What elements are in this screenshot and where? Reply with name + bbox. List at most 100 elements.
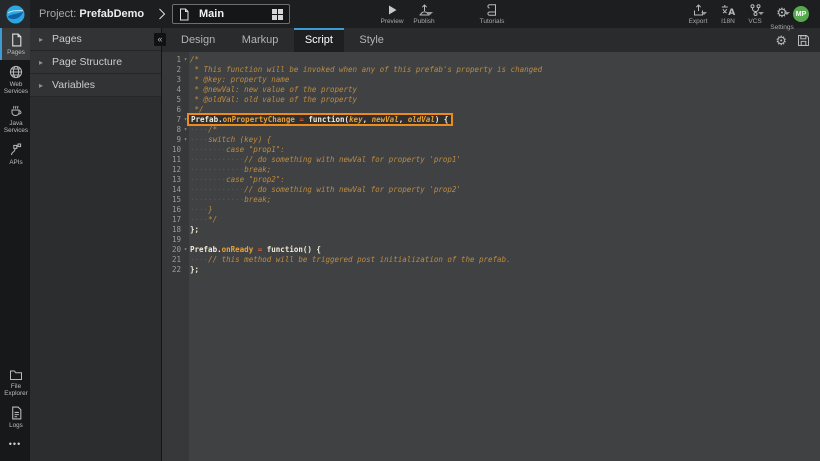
- line-number[interactable]: 6: [162, 105, 181, 115]
- code-text: };: [190, 265, 199, 275]
- fold-gutter: [181, 175, 190, 185]
- line-number[interactable]: 19: [162, 235, 181, 245]
- panel-section-variables[interactable]: ▸ Variables: [30, 74, 161, 97]
- sidebar-item-apis[interactable]: APIs: [0, 138, 30, 170]
- line-number[interactable]: 11: [162, 155, 181, 165]
- line-number[interactable]: 9: [162, 135, 181, 145]
- code-line: 9▾····switch (key) {: [162, 135, 820, 145]
- code-line: 1▾/*: [162, 55, 820, 65]
- page-tab-main[interactable]: Main: [172, 4, 290, 24]
- panel-section-pages[interactable]: ▸ Pages: [30, 28, 161, 51]
- token-kw: function() {: [262, 245, 321, 254]
- fold-gutter: [181, 85, 190, 95]
- code-text: ········case "prop1":: [190, 145, 285, 155]
- sidebar-item-logs[interactable]: Logs: [0, 401, 30, 433]
- sidebar-more-button[interactable]: •••: [0, 433, 30, 455]
- code-line: 8▾····/*: [162, 125, 820, 135]
- wavemaker-logo-icon: [6, 5, 25, 24]
- tab-style[interactable]: Style: [348, 28, 394, 52]
- token-kw: ,: [399, 115, 408, 124]
- save-icon[interactable]: [797, 34, 810, 47]
- panel-section-page-structure-label: Page Structure: [52, 56, 122, 68]
- token-cm: * @key: property name: [190, 75, 289, 84]
- code-text: * @newVal: new value of the property: [190, 85, 357, 95]
- fold-gutter: [181, 65, 190, 75]
- code-text: /*: [190, 55, 199, 65]
- line-number[interactable]: 20: [162, 245, 181, 255]
- token-cm: * This function will be invoked when any…: [190, 65, 542, 74]
- folder-icon: [9, 369, 23, 381]
- code-text: ············break;: [190, 195, 271, 205]
- sidebar-item-java-services[interactable]: Java Services: [0, 99, 30, 138]
- left-icon-sidebar: Pages Web Services Java Services APIs Fi…: [0, 28, 30, 461]
- token-param: key: [349, 115, 363, 124]
- line-number[interactable]: 21: [162, 255, 181, 265]
- line-number[interactable]: 17: [162, 215, 181, 225]
- line-number[interactable]: 15: [162, 195, 181, 205]
- tutorials-button[interactable]: Tutorials: [475, 4, 509, 26]
- line-number[interactable]: 12: [162, 165, 181, 175]
- line-number[interactable]: 2: [162, 65, 181, 75]
- panel-section-pages-label: Pages: [52, 33, 82, 45]
- tab-script[interactable]: Script: [294, 28, 344, 52]
- line-number[interactable]: 10: [162, 145, 181, 155]
- line-number[interactable]: 4: [162, 85, 181, 95]
- token-cm: break;: [244, 165, 271, 174]
- sidebar-item-web-services[interactable]: Web Services: [0, 60, 30, 99]
- panel-collapse-button[interactable]: «: [154, 33, 166, 46]
- fold-gutter: [181, 145, 190, 155]
- editor-settings-gear-icon[interactable]: ⚙: [775, 34, 787, 47]
- code-text: ····}: [190, 205, 213, 215]
- line-number[interactable]: 7: [162, 115, 181, 125]
- line-number[interactable]: 14: [162, 185, 181, 195]
- token-cm: * @oldVal: old value of the property: [190, 95, 357, 104]
- line-number[interactable]: 3: [162, 75, 181, 85]
- publish-button[interactable]: Publish: [407, 4, 441, 26]
- code-text: ············// do something with newVal …: [190, 155, 461, 165]
- sidebar-label-logs: Logs: [9, 422, 23, 429]
- line-number[interactable]: 16: [162, 205, 181, 215]
- preview-button[interactable]: Preview: [375, 4, 409, 26]
- panel-section-variables-label: Variables: [52, 79, 95, 91]
- svg-text:A: A: [728, 8, 735, 16]
- code-text: * This function will be invoked when any…: [190, 65, 542, 75]
- code-line: 13········case "prop2":: [162, 175, 820, 185]
- fold-marker-icon[interactable]: ▾: [181, 245, 190, 255]
- export-label: Export: [689, 18, 708, 25]
- publish-label: Publish: [413, 18, 434, 25]
- fold-marker-icon[interactable]: ▾: [181, 125, 190, 135]
- sidebar-label-java-services: Java Services: [2, 120, 30, 134]
- line-number[interactable]: 13: [162, 175, 181, 185]
- fold-gutter: [181, 265, 190, 275]
- tutorials-label: Tutorials: [480, 18, 505, 25]
- line-number[interactable]: 1: [162, 55, 181, 65]
- line-number[interactable]: 22: [162, 265, 181, 275]
- code-line: 18};: [162, 225, 820, 235]
- user-avatar[interactable]: MP: [793, 6, 809, 22]
- token-cm: /*: [190, 55, 199, 64]
- sidebar-item-file-explorer[interactable]: File Explorer: [0, 364, 30, 401]
- fold-marker-icon[interactable]: ▾: [181, 135, 190, 145]
- sidebar-item-pages[interactable]: Pages: [0, 28, 30, 60]
- token-cm: case "prop2":: [226, 175, 285, 184]
- fold-gutter: [181, 215, 190, 225]
- code-line: 22};: [162, 265, 820, 275]
- grid-layout-icon[interactable]: [272, 9, 283, 20]
- fold-gutter: [181, 165, 190, 175]
- tab-design[interactable]: Design: [170, 28, 226, 52]
- code-line: 10 ········case "prop1":: [162, 145, 820, 155]
- token-ws: ········: [190, 145, 226, 154]
- panel-section-page-structure[interactable]: ▸ Page Structure: [30, 51, 161, 74]
- preview-label: Preview: [380, 18, 403, 25]
- tab-markup[interactable]: Markup: [231, 28, 290, 52]
- line-number[interactable]: 18: [162, 225, 181, 235]
- code-text: };: [190, 225, 199, 235]
- fold-marker-icon[interactable]: ▾: [181, 55, 190, 65]
- token-cm: /*: [208, 125, 217, 134]
- export-button[interactable]: Export: [681, 4, 715, 26]
- code-text: ····switch (key) {: [190, 135, 271, 145]
- line-number[interactable]: 5: [162, 95, 181, 105]
- wavemaker-logo[interactable]: [0, 0, 30, 28]
- script-editor[interactable]: 1▾/*2 * This function will be invoked wh…: [162, 52, 820, 461]
- line-number[interactable]: 8: [162, 125, 181, 135]
